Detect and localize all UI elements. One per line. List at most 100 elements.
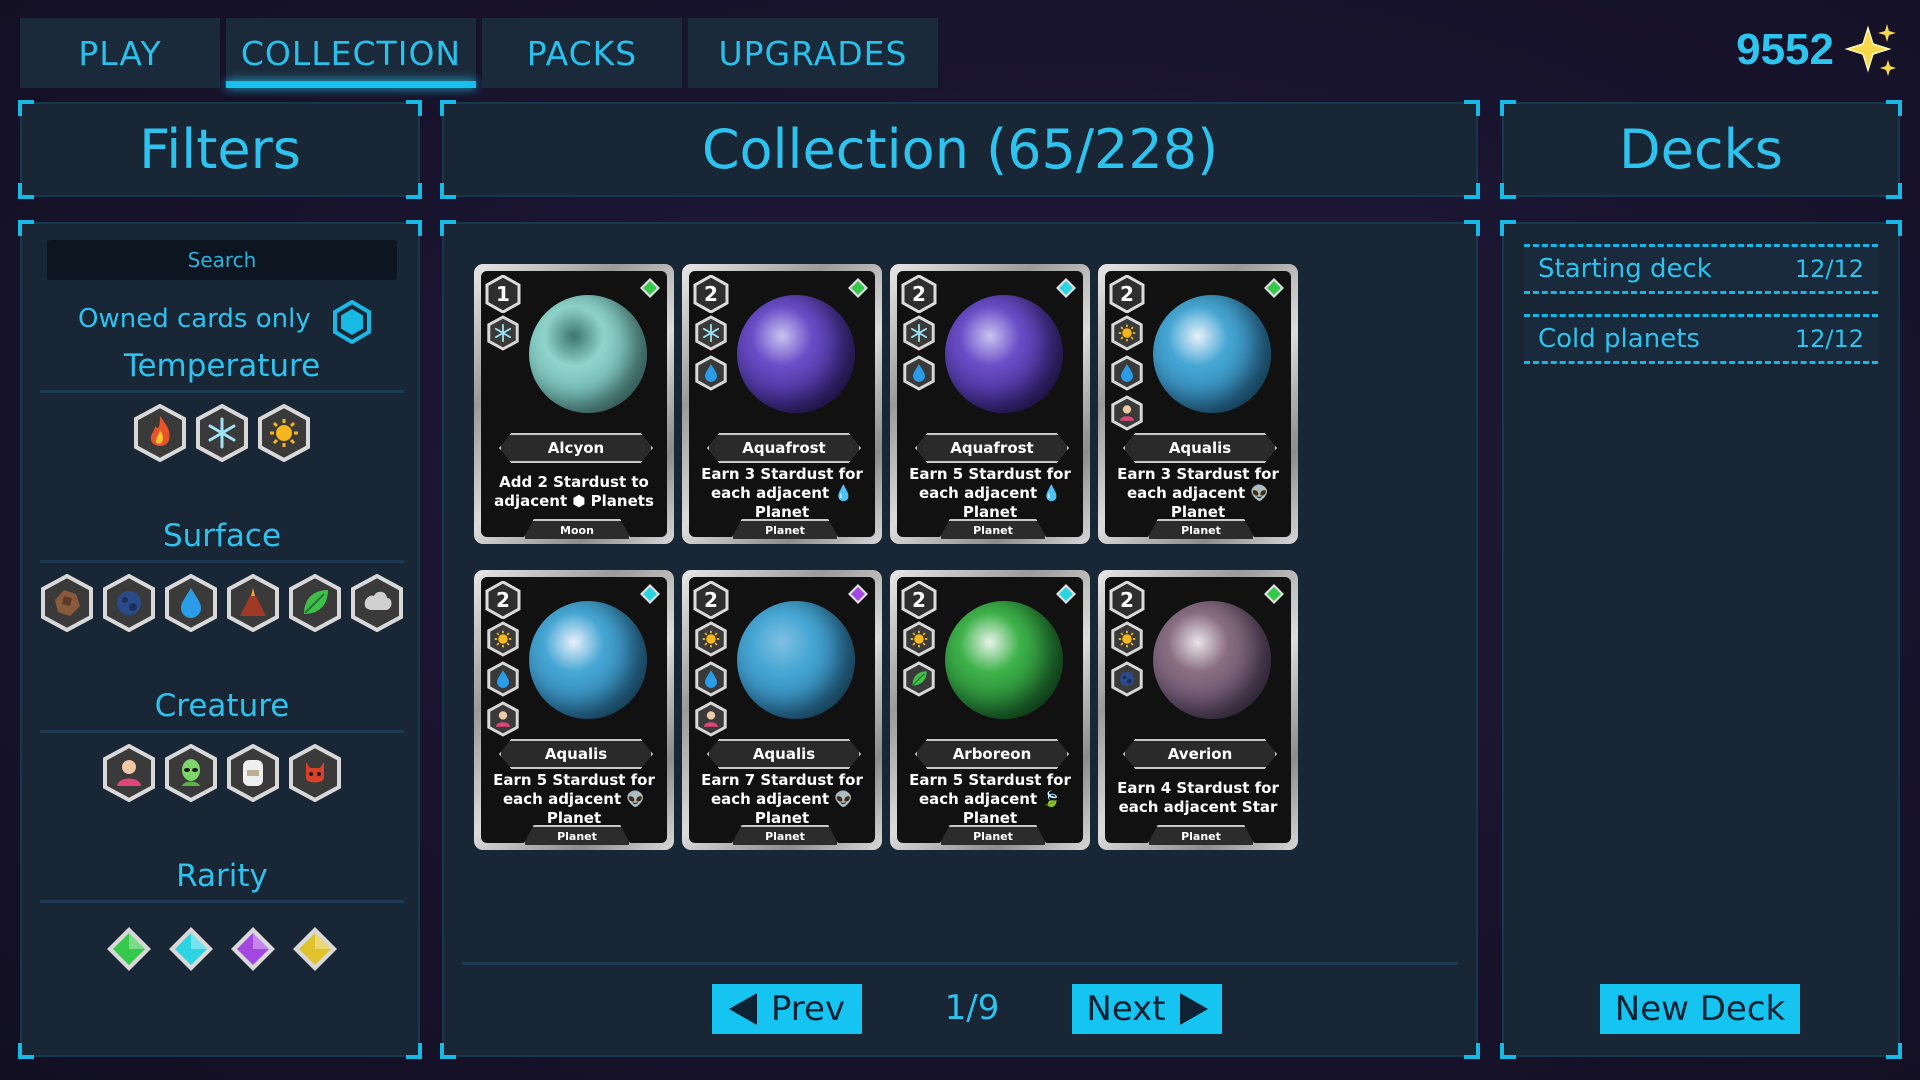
card-description: Earn 4 Stardust for each adjacent Star bbox=[1115, 779, 1281, 817]
card-cost: 1 bbox=[485, 275, 521, 313]
collection-card[interactable]: 2 Aquafrost Earn 3 Stardust for each adjace… bbox=[682, 264, 882, 544]
snowflake-icon bbox=[903, 315, 935, 351]
card-description-line: each adjacent 💧 bbox=[710, 484, 854, 502]
card-type: Planet bbox=[731, 519, 839, 539]
prev-button[interactable]: Prev bbox=[712, 984, 862, 1034]
yeti-icon[interactable] bbox=[226, 743, 280, 803]
gas-cloud-icon[interactable] bbox=[350, 573, 404, 633]
collection-card[interactable]: 2 Aqualis Earn 3 Stardust for each adjacent… bbox=[1098, 264, 1298, 544]
card-cost: 2 bbox=[1109, 581, 1145, 619]
collection-card[interactable]: 2 Aqualis Earn 7 Stardust for each adjacent… bbox=[682, 570, 882, 850]
tab-play[interactable]: PLAY bbox=[20, 18, 220, 88]
volcano-icon[interactable] bbox=[226, 573, 280, 633]
new-deck-button[interactable]: New Deck bbox=[1600, 984, 1800, 1034]
sun-icon bbox=[1111, 621, 1143, 657]
water-drop-icon bbox=[487, 661, 519, 697]
filters-header: Filters bbox=[18, 100, 422, 199]
search-input[interactable]: Search bbox=[47, 240, 397, 280]
collection-card[interactable]: 2 Arboreon Earn 5 Stardust for each adjacen… bbox=[890, 570, 1090, 850]
planet-image bbox=[529, 601, 647, 719]
temperature-title: Temperature bbox=[123, 348, 321, 384]
card-cost: 2 bbox=[485, 581, 521, 619]
leaf-icon bbox=[903, 661, 935, 697]
owned-only-toggle[interactable] bbox=[332, 300, 372, 344]
card-cost: 2 bbox=[901, 275, 937, 313]
card-cost: 2 bbox=[693, 581, 729, 619]
currency-amount: 9552 bbox=[1736, 25, 1834, 74]
card-name: Aquafrost bbox=[707, 433, 861, 463]
svg-text:1: 1 bbox=[496, 282, 510, 306]
deck-item[interactable]: Starting deck 12/12 bbox=[1524, 244, 1878, 294]
sun-icon bbox=[487, 621, 519, 657]
collection-card[interactable]: 1 Alcyon Add 2 Stardust to adjacent ⬢ Plane… bbox=[474, 264, 674, 544]
card-face: 2 Aquafrost Earn 5 Stardust for each adjace… bbox=[897, 271, 1083, 539]
card-type: Moon bbox=[523, 519, 631, 539]
card-description-line: each adjacent 🍃 bbox=[918, 790, 1062, 808]
planet-image bbox=[1153, 295, 1271, 413]
next-button[interactable]: Next bbox=[1072, 984, 1222, 1034]
filters-panel: Search Owned cards only Temperature Surf… bbox=[18, 220, 422, 1059]
rarity-gem-icon[interactable] bbox=[228, 924, 278, 974]
rarity-gem-icon bbox=[848, 584, 868, 604]
collection-card[interactable]: 2 Aqualis Earn 5 Stardust for each adjacent… bbox=[474, 570, 674, 850]
rarity-gem-icon[interactable] bbox=[290, 924, 340, 974]
tab-upgrades[interactable]: UPGRADES bbox=[688, 18, 938, 88]
card-description-line: each adjacent 💧 bbox=[918, 484, 1062, 502]
card-tags bbox=[1111, 315, 1143, 431]
decks-panel: Starting deck 12/12 Cold planets 12/12 N… bbox=[1500, 220, 1902, 1059]
rarity-gem-icon bbox=[1264, 584, 1284, 604]
human-icon bbox=[695, 701, 727, 737]
tab-collection[interactable]: COLLECTION bbox=[226, 18, 476, 88]
alien-icon[interactable] bbox=[164, 743, 218, 803]
creature-title: Creature bbox=[154, 688, 290, 724]
rarity-gem-icon[interactable] bbox=[166, 924, 216, 974]
rarity-gem-icon bbox=[1056, 278, 1076, 298]
card-tags bbox=[695, 315, 727, 391]
planet-image bbox=[529, 295, 647, 413]
prev-label: Prev bbox=[770, 989, 846, 1029]
snowflake-icon bbox=[695, 315, 727, 351]
deck-count: 12/12 bbox=[1794, 325, 1864, 353]
collection-card[interactable]: 2 Aquafrost Earn 5 Stardust for each adjace… bbox=[890, 264, 1090, 544]
fire-icon[interactable] bbox=[133, 403, 187, 463]
deck-item[interactable]: Cold planets 12/12 bbox=[1524, 314, 1878, 364]
card-description: Earn 5 Stardust for each adjacent 💧 Planet bbox=[907, 465, 1073, 522]
decks-header: Decks bbox=[1500, 100, 1902, 199]
collection-panel: 1 Alcyon Add 2 Stardust to adjacent ⬢ Plane… bbox=[440, 220, 1480, 1059]
rock-icon[interactable] bbox=[40, 573, 94, 633]
deck-count: 12/12 bbox=[1794, 255, 1864, 283]
sun-icon[interactable] bbox=[257, 403, 311, 463]
leaf-icon[interactable] bbox=[288, 573, 342, 633]
svg-text:2: 2 bbox=[1120, 588, 1134, 612]
collection-card[interactable]: 2 Averion Earn 4 Stardust for each adjacent… bbox=[1098, 570, 1298, 850]
water-drop-icon bbox=[1111, 355, 1143, 391]
rarity-title: Rarity bbox=[176, 858, 268, 894]
card-description: Earn 5 Stardust for each adjacent 🍃 Planet bbox=[907, 771, 1073, 828]
sun-icon bbox=[1111, 315, 1143, 351]
demon-icon[interactable] bbox=[288, 743, 342, 803]
card-type: Planet bbox=[1147, 519, 1255, 539]
planet-image bbox=[737, 295, 855, 413]
card-face: 2 Aqualis Earn 7 Stardust for each adjacent… bbox=[689, 577, 875, 845]
next-label: Next bbox=[1086, 989, 1166, 1029]
card-type: Planet bbox=[731, 825, 839, 845]
human-icon bbox=[487, 701, 519, 737]
card-description: Earn 7 Stardust for each adjacent 👽 Planet bbox=[699, 771, 865, 828]
rarity-gem-icon bbox=[1056, 584, 1076, 604]
tab-packs[interactable]: PACKS bbox=[482, 18, 682, 88]
human-icon bbox=[1111, 395, 1143, 431]
card-description: Earn 3 Stardust for each adjacent 💧 Planet bbox=[699, 465, 865, 522]
rarity-gem-icon bbox=[1264, 278, 1284, 298]
arrow-left-icon bbox=[728, 993, 757, 1025]
snowflake-icon[interactable] bbox=[195, 403, 249, 463]
rarity-gem-icon[interactable] bbox=[104, 924, 154, 974]
svg-text:2: 2 bbox=[912, 588, 926, 612]
water-drop-icon[interactable] bbox=[164, 573, 218, 633]
human-icon[interactable] bbox=[102, 743, 156, 803]
card-type: Planet bbox=[939, 519, 1047, 539]
card-face: 2 Aqualis Earn 3 Stardust for each adjacent… bbox=[1105, 271, 1291, 539]
crater-icon[interactable] bbox=[102, 573, 156, 633]
surface-filters bbox=[22, 573, 422, 633]
card-description: Earn 5 Stardust for each adjacent 👽 Planet bbox=[491, 771, 657, 828]
card-face: 2 Averion Earn 4 Stardust for each adjacent… bbox=[1105, 577, 1291, 845]
